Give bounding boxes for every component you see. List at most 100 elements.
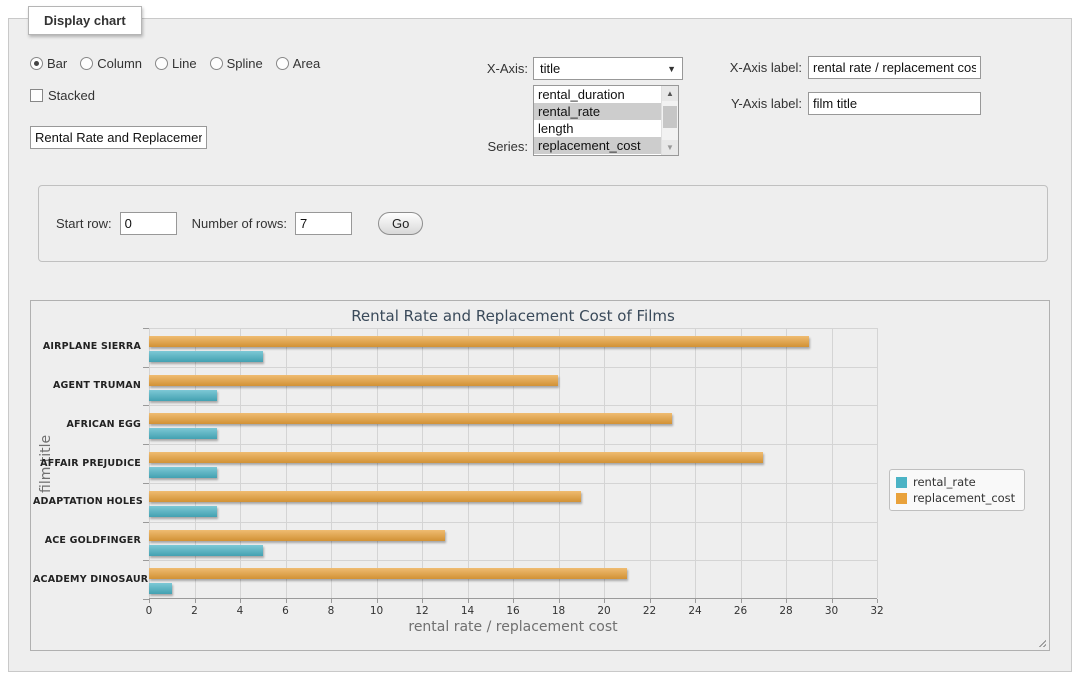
y-gridline: [149, 483, 877, 484]
series-option-rental_rate[interactable]: rental_rate: [534, 103, 661, 120]
series-option-rental_duration[interactable]: rental_duration: [534, 86, 661, 103]
radio-label: Bar: [47, 56, 67, 71]
row-range-panel: Start row: Number of rows: Go: [38, 185, 1048, 262]
stacked-checkbox[interactable]: [30, 89, 43, 102]
stacked-label: Stacked: [48, 88, 95, 103]
start-row-input[interactable]: [120, 212, 177, 235]
x-tick-mark: [604, 599, 605, 603]
y-tick-mark: [143, 328, 149, 329]
radio-column[interactable]: Column: [80, 56, 142, 71]
x-tick-label: 10: [363, 605, 391, 617]
x-tick-mark: [559, 599, 560, 603]
x-tick-mark: [695, 599, 696, 603]
x-tick-mark: [877, 599, 878, 603]
y-gridline: [149, 328, 877, 329]
x-tick-label: 8: [317, 605, 345, 617]
num-rows-input[interactable]: [295, 212, 352, 235]
category-label: AIRPLANE SIERRA: [33, 341, 141, 352]
x-tick-mark: [650, 599, 651, 603]
num-rows-label: Number of rows:: [192, 216, 287, 231]
x-tick-label: 0: [135, 605, 163, 617]
x-tick-label: 20: [590, 605, 618, 617]
stacked-checkbox-row[interactable]: Stacked: [30, 88, 95, 103]
radio-button-icon[interactable]: [155, 57, 168, 70]
category-label: ACADEMY DINOSAUR: [33, 574, 141, 585]
x-tick-mark: [832, 599, 833, 603]
radio-bar[interactable]: Bar: [30, 56, 67, 71]
x-tick-mark: [149, 599, 150, 603]
y-tick-mark: [143, 367, 149, 368]
series-listbox-options: rental_durationrental_ratelengthreplacem…: [534, 86, 661, 155]
x-axis-label-input[interactable]: [808, 56, 981, 79]
x-tick-label: 12: [408, 605, 436, 617]
x-tick-mark: [240, 599, 241, 603]
category-label: AFFAIR PREJUDICE: [33, 458, 141, 469]
bar-replacement_cost: [149, 336, 809, 347]
y-axis-label-caption: Y-Axis label:: [718, 96, 802, 111]
y-tick-mark: [143, 522, 149, 523]
bar-rental_rate: [149, 428, 217, 439]
resize-handle-icon[interactable]: [1036, 637, 1046, 647]
y-gridline: [149, 405, 877, 406]
radio-button-icon[interactable]: [276, 57, 289, 70]
bar-replacement_cost: [149, 413, 672, 424]
radio-spline[interactable]: Spline: [210, 56, 263, 71]
bar-replacement_cost: [149, 491, 581, 502]
radio-label: Column: [97, 56, 142, 71]
bar-rental_rate: [149, 545, 263, 556]
category-label: AFRICAN EGG: [33, 419, 141, 430]
x-tick-mark: [468, 599, 469, 603]
x-tick-label: 16: [499, 605, 527, 617]
series-option-length[interactable]: length: [534, 120, 661, 137]
fieldset-legend-title: Display chart: [28, 6, 142, 35]
series-option-replacement_cost[interactable]: replacement_cost: [534, 137, 661, 154]
x-tick-label: 32: [863, 605, 891, 617]
x-tick-label: 6: [272, 605, 300, 617]
plot-area: 02468101214161820222426283032AIRPLANE SI…: [149, 328, 877, 599]
x-axis-selected-value: title: [540, 61, 560, 76]
legend-item-replacement_cost[interactable]: replacement_cost: [896, 490, 1015, 506]
bar-rental_rate: [149, 467, 217, 478]
y-tick-mark: [143, 560, 149, 561]
chart-legend: rental_ratereplacement_cost: [889, 469, 1025, 511]
chart-title-input[interactable]: [30, 126, 207, 149]
scroll-down-icon[interactable]: ▼: [662, 140, 678, 155]
x-gridline: [786, 328, 787, 598]
x-gridline: [877, 328, 878, 598]
y-gridline: [149, 560, 877, 561]
series-listbox-scrollbar[interactable]: ▲ ▼: [661, 86, 678, 155]
y-axis-label-input[interactable]: [808, 92, 981, 115]
x-tick-mark: [286, 599, 287, 603]
legend-label: replacement_cost: [913, 491, 1015, 505]
x-tick-mark: [195, 599, 196, 603]
bar-replacement_cost: [149, 452, 763, 463]
x-tick-label: 24: [681, 605, 709, 617]
y-tick-mark: [143, 599, 149, 600]
y-tick-mark: [143, 405, 149, 406]
x-axis-select[interactable]: title ▼: [533, 57, 683, 80]
series-select-label: Series:: [448, 139, 528, 154]
chart-x-axis-title: rental rate / replacement cost: [149, 619, 877, 635]
category-label: ADAPTATION HOLES: [33, 496, 141, 507]
radio-button-icon[interactable]: [80, 57, 93, 70]
radio-button-icon[interactable]: [210, 57, 223, 70]
chart-type-radiogroup: Bar Column Line Spline Area: [30, 56, 320, 71]
radio-area[interactable]: Area: [276, 56, 320, 71]
radio-label: Line: [172, 56, 197, 71]
legend-item-rental_rate[interactable]: rental_rate: [896, 474, 1015, 490]
y-gridline: [149, 522, 877, 523]
radio-line[interactable]: Line: [155, 56, 197, 71]
series-listbox[interactable]: rental_durationrental_ratelengthreplacem…: [533, 85, 679, 156]
category-label: ACE GOLDFINGER: [33, 535, 141, 546]
x-tick-label: 28: [772, 605, 800, 617]
bar-replacement_cost: [149, 375, 558, 386]
x-tick-label: 18: [545, 605, 573, 617]
radio-button-icon[interactable]: [30, 57, 43, 70]
x-tick-mark: [422, 599, 423, 603]
go-button[interactable]: Go: [378, 212, 423, 235]
bar-rental_rate: [149, 506, 217, 517]
scrollbar-thumb[interactable]: [663, 106, 677, 128]
scroll-up-icon[interactable]: ▲: [662, 86, 678, 101]
chevron-down-icon: ▼: [667, 64, 676, 74]
radio-label: Spline: [227, 56, 263, 71]
